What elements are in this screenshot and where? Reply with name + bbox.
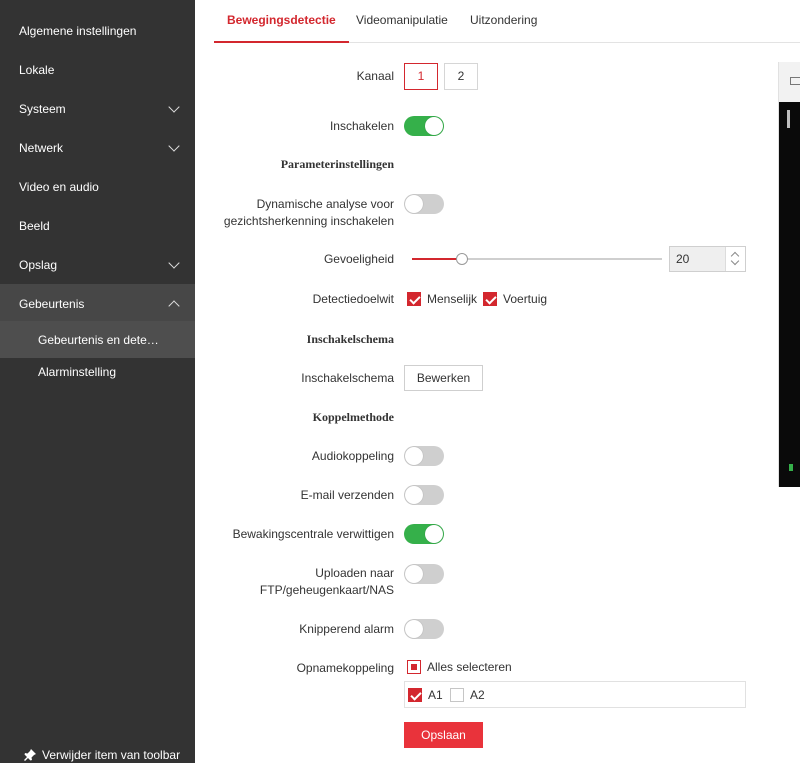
sidebar-item-lokale[interactable]: Lokale bbox=[0, 50, 195, 89]
sidebar-item-opslag[interactable]: Opslag bbox=[0, 245, 195, 284]
audiokoppeling-toggle[interactable] bbox=[404, 446, 444, 466]
sidebar-item-label: Gebeurtenis bbox=[19, 296, 85, 311]
sidebar-subitem-label: Alarminstelling bbox=[38, 364, 117, 379]
live-video[interactable] bbox=[779, 102, 800, 487]
sidebar-item-netwerk[interactable]: Netwerk bbox=[0, 128, 195, 167]
video-overlay-mark bbox=[787, 110, 790, 128]
sensitivity-spinner[interactable] bbox=[725, 247, 745, 271]
sidebar-item-label: Opslag bbox=[19, 257, 58, 272]
select-all-checkbox[interactable] bbox=[407, 660, 421, 674]
gevoeligheid-label: Gevoeligheid bbox=[323, 252, 394, 266]
pin-icon bbox=[24, 749, 36, 761]
select-all-label: Alles selecteren bbox=[427, 660, 512, 674]
sidebar-item-algemene-instellingen[interactable]: Algemene instellingen bbox=[0, 11, 195, 50]
email-toggle[interactable] bbox=[404, 485, 444, 505]
section-inschakelschema: Inschakelschema bbox=[306, 332, 394, 346]
inschakelen-label: Inschakelen bbox=[329, 119, 394, 133]
bewakingscentrale-label: Bewakingscentrale verwittigen bbox=[232, 527, 394, 541]
remove-from-toolbar-label: Verwijder item van toolbar bbox=[42, 748, 181, 762]
target-voertuig-label: Voertuig bbox=[503, 292, 548, 306]
edit-schedule-button[interactable]: Bewerken bbox=[404, 365, 483, 391]
channel-2-button[interactable]: 2 bbox=[444, 63, 478, 90]
sidebar-item-gebeurtenis[interactable]: Gebeurtenis bbox=[0, 284, 195, 323]
sensitivity-slider-thumb[interactable] bbox=[456, 253, 468, 265]
knipperend-alarm-toggle[interactable] bbox=[404, 619, 444, 639]
tab-bewegingsdetectie[interactable]: Bewegingsdetectie bbox=[214, 0, 349, 43]
opnamekoppeling-label: Opnamekoppeling bbox=[296, 661, 394, 675]
preview-toolbar-icon[interactable] bbox=[790, 77, 800, 85]
chevron-down-icon[interactable] bbox=[730, 256, 740, 266]
sidebar-item-video-en-audio[interactable]: Video en audio bbox=[0, 167, 195, 206]
channel-1-button[interactable]: 1 bbox=[404, 63, 438, 90]
sidebar: Algemene instellingen Lokale Systeem Net… bbox=[0, 0, 195, 763]
sidebar-item-label: Lokale bbox=[19, 62, 55, 77]
sensitivity-slider-fill bbox=[412, 258, 462, 260]
recording-a2-checkbox[interactable] bbox=[450, 688, 464, 702]
recording-a1-label: A1 bbox=[428, 688, 443, 702]
sidebar-item-beeld[interactable]: Beeld bbox=[0, 206, 195, 245]
target-menselijk-checkbox[interactable] bbox=[407, 292, 421, 306]
tab-bar: Bewegingsdetectie Videomanipulatie Uitzo… bbox=[214, 0, 800, 43]
recording-a1-checkbox[interactable] bbox=[408, 688, 422, 702]
signal-indicator-icon bbox=[789, 464, 793, 471]
sidebar-subitem-alarminstelling[interactable]: Alarminstelling bbox=[0, 353, 195, 390]
email-label: E-mail verzenden bbox=[300, 488, 394, 502]
chevron-down-icon bbox=[168, 139, 180, 152]
dynamic-analysis-toggle[interactable] bbox=[404, 194, 444, 214]
sensitivity-input[interactable] bbox=[670, 247, 725, 271]
sidebar-item-label: Netwerk bbox=[19, 140, 64, 155]
live-preview-panel bbox=[778, 62, 800, 487]
upload-toggle[interactable] bbox=[404, 564, 444, 584]
dynamic-analysis-label-line2: gezichtsherkenning inschakelen bbox=[223, 214, 394, 228]
dynamic-analysis-label-line1: Dynamische analyse voor bbox=[256, 197, 394, 211]
target-voertuig-checkbox[interactable] bbox=[483, 292, 497, 306]
sidebar-item-label: Beeld bbox=[19, 218, 50, 233]
sidebar-item-label: Video en audio bbox=[19, 179, 99, 194]
audiokoppeling-label: Audiokoppeling bbox=[311, 449, 394, 463]
recording-a2-label: A2 bbox=[470, 688, 485, 702]
kanaal-label: Kanaal bbox=[356, 69, 394, 83]
chevron-down-icon bbox=[168, 100, 180, 113]
inschakelen-toggle[interactable] bbox=[404, 116, 444, 136]
sidebar-subitem-label: Gebeurtenis en dete… bbox=[38, 332, 159, 347]
section-koppelmethode: Koppelmethode bbox=[312, 410, 394, 424]
inschakelschema-label: Inschakelschema bbox=[301, 371, 394, 385]
sidebar-item-label: Algemene instellingen bbox=[19, 23, 137, 38]
section-parameterinstellingen: Parameterinstellingen bbox=[280, 157, 394, 171]
save-button[interactable]: Opslaan bbox=[404, 722, 483, 748]
detectiedoelwit-label: Detectiedoelwit bbox=[312, 292, 394, 306]
upload-label-line1: Uploaden naar bbox=[315, 566, 394, 580]
bewakingscentrale-toggle[interactable] bbox=[404, 524, 444, 544]
chevron-up-icon bbox=[168, 299, 180, 312]
chevron-down-icon bbox=[168, 256, 180, 269]
knipperend-alarm-label: Knipperend alarm bbox=[299, 622, 394, 636]
sensitivity-stepper[interactable] bbox=[669, 246, 746, 272]
tab-uitzondering[interactable]: Uitzondering bbox=[470, 0, 537, 43]
sensitivity-slider[interactable] bbox=[412, 253, 662, 265]
upload-label-line2: FTP/geheugenkaart/NAS bbox=[259, 583, 394, 597]
tab-videomanipulatie[interactable]: Videomanipulatie bbox=[356, 0, 448, 43]
sidebar-item-systeem[interactable]: Systeem bbox=[0, 89, 195, 128]
remove-from-toolbar-button[interactable]: Verwijder item van toolbar bbox=[24, 748, 180, 762]
sidebar-item-label: Systeem bbox=[19, 101, 66, 116]
target-menselijk-label: Menselijk bbox=[427, 292, 478, 306]
